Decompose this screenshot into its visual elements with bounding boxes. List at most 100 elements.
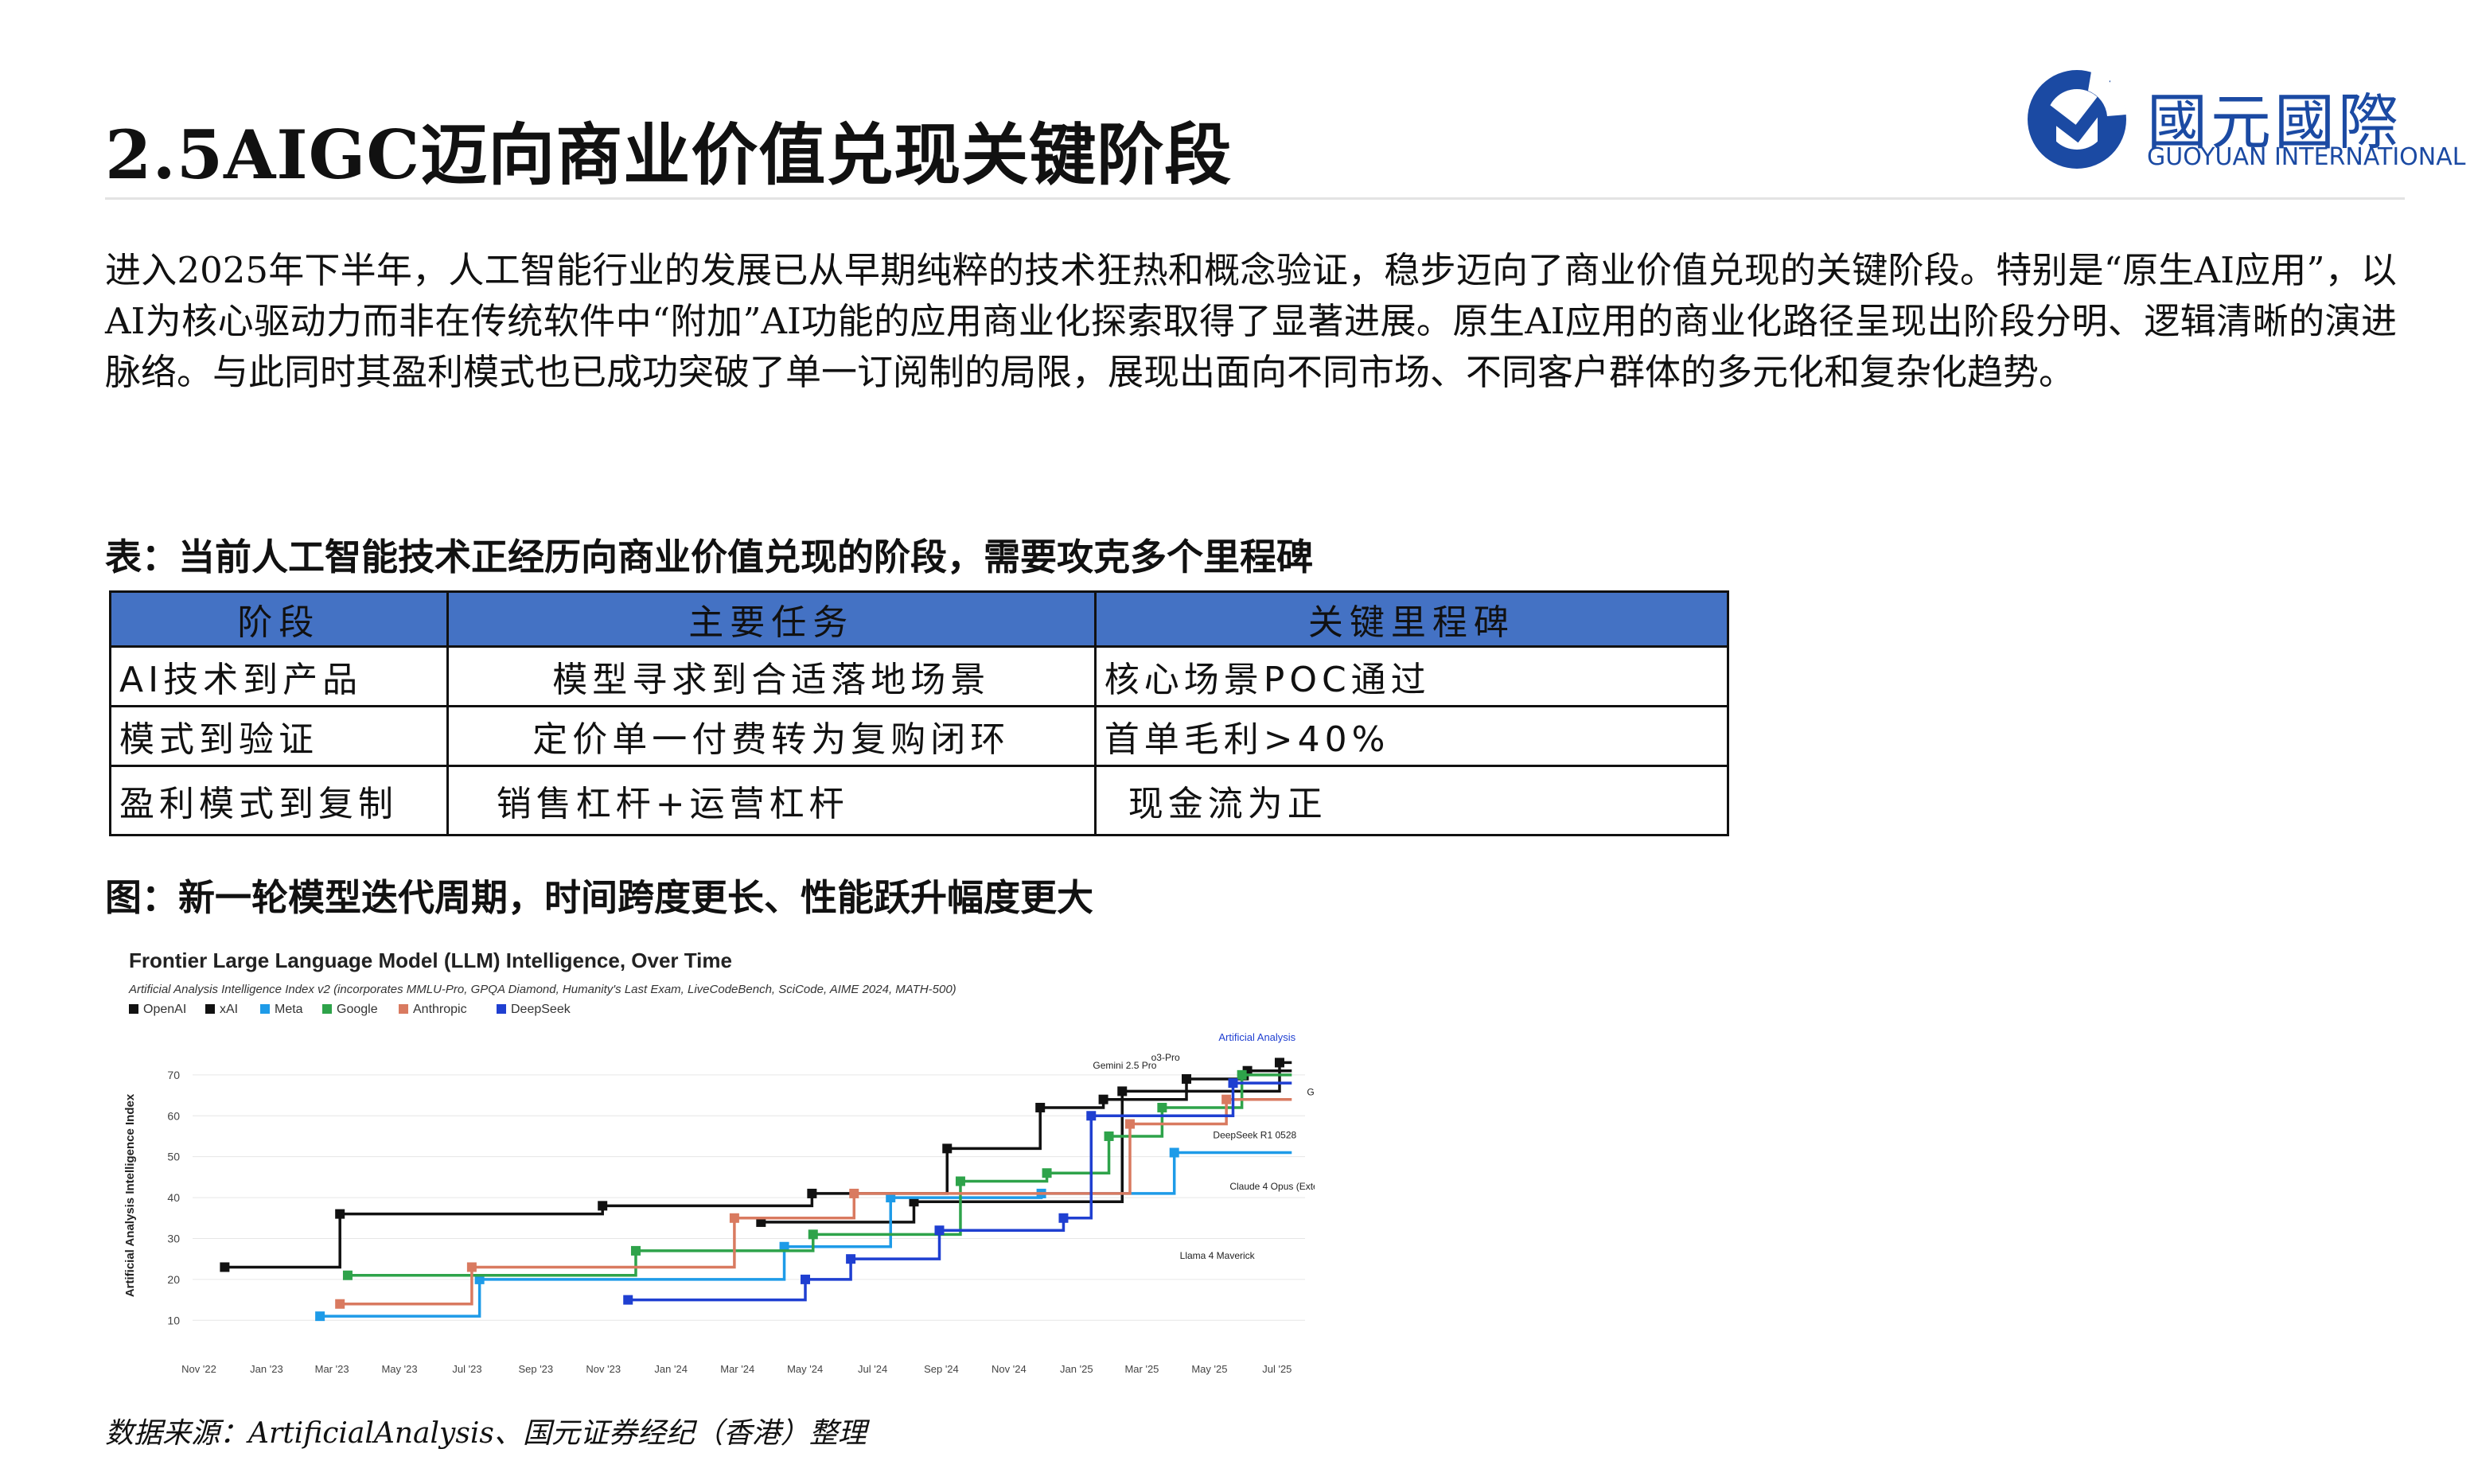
table-row: 模式到验证 定价单一付费转为复购闭环 首单毛利>40%: [109, 705, 1730, 767]
x-tick-label: Jan '23: [250, 1363, 283, 1375]
table-row: 盈利模式到复制 销售杠杆+运营杠杆 现金流为正: [109, 765, 1730, 836]
data-point: [1098, 1094, 1108, 1104]
x-tick-label: Jul '23: [452, 1363, 481, 1375]
x-tick-label: Jan '24: [654, 1363, 688, 1375]
data-point: [1104, 1131, 1114, 1141]
data-point: [955, 1176, 965, 1186]
data-point: [1237, 1069, 1247, 1080]
header-milestone: 关键里程碑: [1093, 590, 1730, 648]
y-axis-label: Artificial Analysis Intelligence Index: [123, 1093, 137, 1297]
chart-subtitle: Artificial Analysis Intelligence Index v…: [128, 983, 956, 996]
legend-swatch: [129, 1004, 138, 1014]
table-cell: 定价单一付费转为复购闭环: [446, 705, 1097, 767]
company-logo: 國元國際 GUOYUAN INTERNATIONAL: [2021, 64, 2465, 175]
data-point: [1117, 1086, 1128, 1096]
series-line-openai: [224, 1069, 1292, 1269]
y-tick-label: 50: [167, 1151, 180, 1163]
data-point: [342, 1270, 353, 1280]
legend-swatch: [497, 1004, 506, 1014]
data-point: [1228, 1078, 1238, 1089]
header-task: 主要任务: [446, 590, 1097, 648]
table-cell: 现金流为正: [1093, 765, 1730, 836]
x-tick-label: Mar '23: [315, 1363, 349, 1375]
x-tick-label: Nov '23: [586, 1363, 621, 1375]
data-point: [1157, 1102, 1167, 1112]
x-tick-label: Jul '24: [858, 1363, 887, 1375]
legend-label: xAI: [220, 1003, 238, 1016]
table-cell: 销售杠杆+运营杠杆: [446, 765, 1097, 836]
legend-label: Anthropic: [413, 1003, 467, 1016]
annotation-label: Llama 4 Maverick: [1180, 1250, 1256, 1261]
x-tick-label: Jul '25: [1262, 1363, 1292, 1375]
data-point: [220, 1262, 230, 1272]
table-row: AI技术到产品 模型寻求到合适落地场景 核心场景POC通过: [109, 645, 1730, 707]
x-tick-label: Nov '22: [181, 1363, 216, 1375]
milestone-table: 阶段 主要任务 关键里程碑 AI技术到产品 模型寻求到合适落地场景 核心场景PO…: [109, 590, 1730, 836]
table-header-row: 阶段 主要任务 关键里程碑: [109, 590, 1730, 648]
data-point: [1124, 1119, 1135, 1129]
figure-caption: 图：新一轮模型迭代周期，时间跨度更长、性能跃升幅度更大: [105, 876, 1093, 919]
y-tick-label: 70: [167, 1069, 180, 1081]
data-point: [1169, 1147, 1179, 1158]
data-point: [335, 1299, 345, 1309]
watermark-label: Artificial Analysis: [1218, 1031, 1295, 1043]
x-tick-label: May '24: [787, 1363, 823, 1375]
x-tick-label: May '23: [381, 1363, 417, 1375]
table-cell: 核心场景POC通过: [1093, 645, 1730, 707]
annotation-label: DeepSeek R1 0528: [1213, 1130, 1296, 1141]
logo-mark-icon: [2028, 70, 2126, 169]
data-point: [623, 1295, 633, 1305]
data-point: [807, 1188, 817, 1198]
legend-swatch: [322, 1004, 332, 1014]
legend-label: OpenAI: [143, 1003, 186, 1016]
source-note: 数据来源：ArtificialAnalysis、国元证券经纪（香港）整理: [105, 1417, 867, 1450]
data-point: [466, 1262, 477, 1272]
x-tick-label: Sep '23: [518, 1363, 553, 1375]
data-point: [1086, 1111, 1097, 1121]
data-point: [934, 1225, 945, 1236]
data-point: [1058, 1213, 1069, 1223]
data-point: [1274, 1057, 1284, 1068]
table-cell: AI技术到产品: [109, 645, 449, 707]
title-divider: [105, 197, 2405, 200]
annotation-label: Claude 4 Opus (Extended Thinking): [1229, 1181, 1315, 1192]
data-point: [846, 1254, 856, 1264]
annotation-label: Gemini 2.5 Pro: [1093, 1060, 1156, 1071]
x-tick-label: Mar '25: [1124, 1363, 1159, 1375]
y-tick-label: 60: [167, 1109, 180, 1122]
data-point: [598, 1201, 608, 1211]
legend-swatch: [205, 1004, 215, 1014]
data-point: [849, 1188, 859, 1198]
logo-english-text: GUOYUAN INTERNATIONAL: [2147, 143, 2466, 171]
table-caption: 表：当前人工智能技术正经历向商业价值兑现的阶段，需要攻克多个里程碑: [105, 536, 1313, 578]
annotation-label: Grok 4: [1307, 1087, 1315, 1098]
data-point: [630, 1245, 641, 1256]
series-line-google: [347, 1073, 1292, 1277]
llm-intelligence-chart: Frontier Large Language Model (LLM) Inte…: [123, 948, 1315, 1375]
y-tick-label: 30: [167, 1232, 180, 1244]
legend-label: Google: [337, 1003, 378, 1016]
table-cell: 模型寻求到合适落地场景: [446, 645, 1097, 707]
table-cell: 首单毛利>40%: [1093, 705, 1730, 767]
data-point: [1182, 1073, 1192, 1084]
x-tick-label: Mar '24: [720, 1363, 754, 1375]
data-point: [729, 1213, 739, 1223]
y-tick-label: 40: [167, 1191, 180, 1204]
table-cell: 盈利模式到复制: [109, 765, 449, 836]
x-tick-label: Jan '25: [1060, 1363, 1093, 1375]
legend-swatch: [399, 1004, 408, 1014]
data-point: [1035, 1102, 1046, 1112]
legend-label: DeepSeek: [511, 1003, 571, 1016]
data-point: [1042, 1168, 1052, 1178]
data-point: [808, 1229, 818, 1240]
legend-label: Meta: [275, 1003, 303, 1016]
data-point: [315, 1311, 325, 1322]
y-tick-label: 20: [167, 1273, 180, 1286]
legend-swatch: [260, 1004, 270, 1014]
x-tick-label: May '25: [1191, 1363, 1227, 1375]
page-title: 2.5AIGC迈向商业价值兑现关键阶段: [105, 115, 1233, 194]
y-tick-label: 10: [167, 1314, 180, 1326]
data-point: [1221, 1094, 1232, 1104]
data-point: [801, 1274, 811, 1284]
header-stage: 阶段: [109, 590, 449, 648]
